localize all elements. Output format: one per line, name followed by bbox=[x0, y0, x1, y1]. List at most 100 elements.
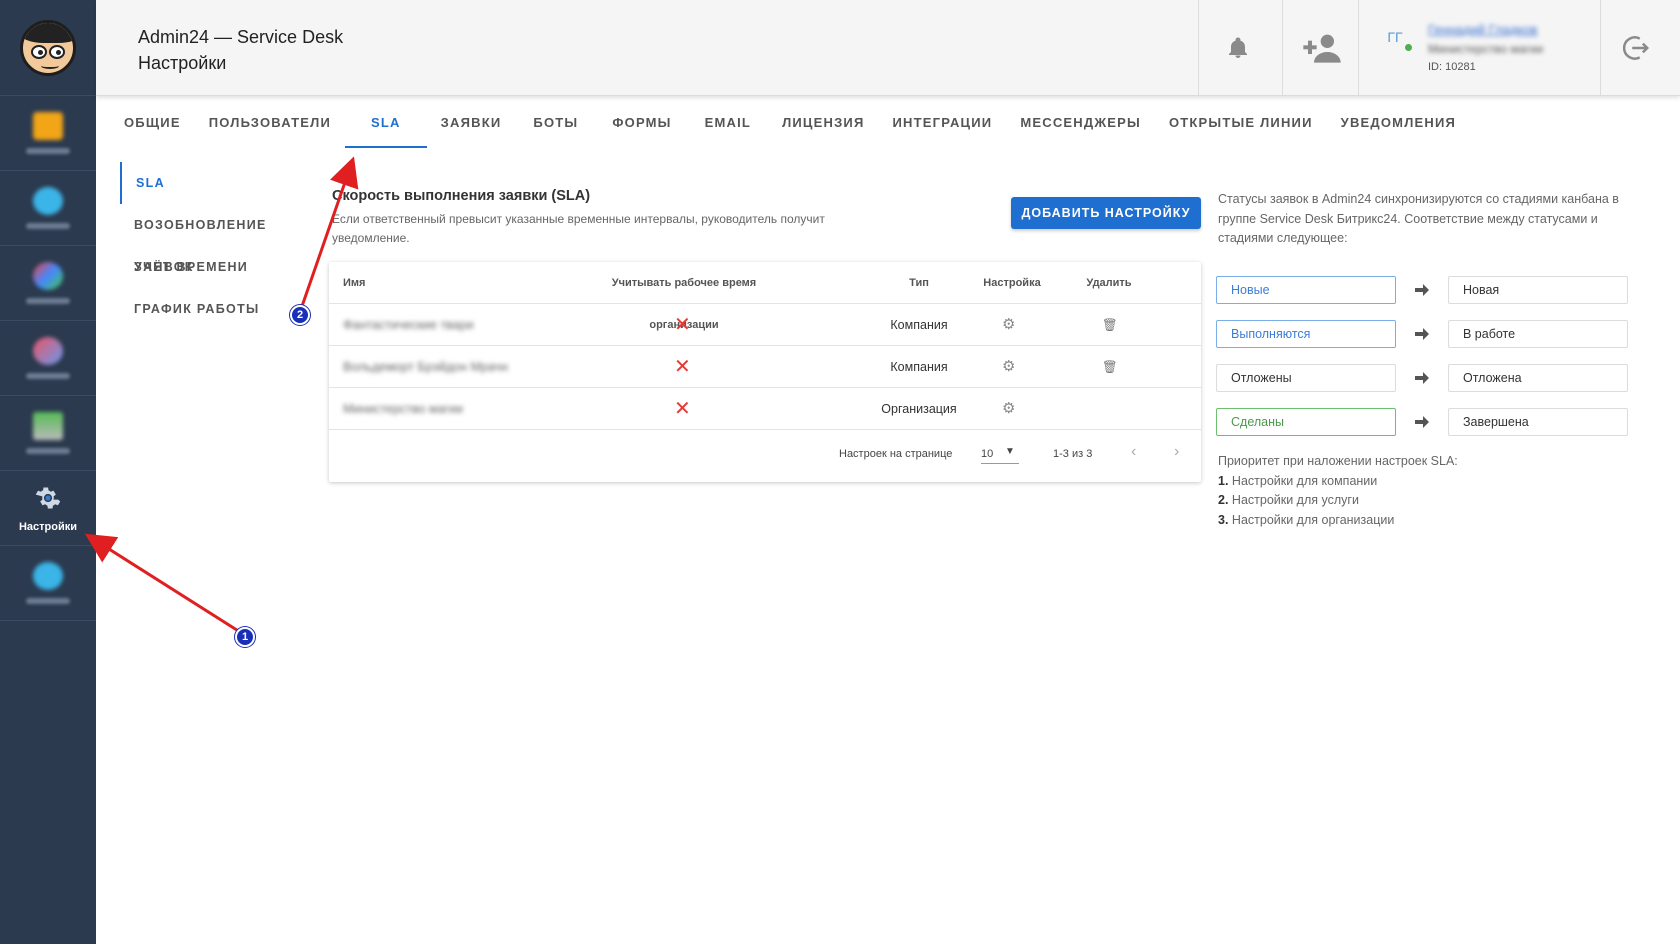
stage-field[interactable]: Завершена bbox=[1448, 408, 1628, 436]
heart-icon bbox=[33, 337, 63, 365]
tab-forms[interactable]: ФОРМЫ bbox=[596, 108, 687, 148]
priority-item: 3. Настройки для организации bbox=[1218, 512, 1395, 527]
notifications-bell-icon[interactable] bbox=[1218, 28, 1258, 68]
per-page-select[interactable]: 10 ▼ bbox=[981, 446, 1019, 464]
col-settings: Настройка bbox=[983, 277, 1041, 289]
sla-subnav: SLA ВОЗОБНОВЛЕНИЕ ЗАЯВОК УЧЁТ ВРЕМЕНИ ГР… bbox=[120, 162, 310, 330]
top-header: Admin24 — Service Desk Настройки ГГ Генн… bbox=[96, 0, 1680, 96]
add-user-icon[interactable] bbox=[1298, 28, 1346, 68]
app-title: Admin24 — Service Desk bbox=[138, 27, 344, 47]
user-name-link[interactable]: Геннадий Гладков bbox=[1428, 22, 1537, 37]
left-rail: Настройки bbox=[0, 0, 96, 944]
rail-item-products[interactable] bbox=[0, 321, 96, 396]
row-type: Организация bbox=[881, 402, 957, 416]
avatar-logo-icon bbox=[20, 19, 76, 76]
rail-item-tickets[interactable] bbox=[0, 96, 96, 171]
subnav-time-tracking[interactable]: УЧЁТ ВРЕМЕНИ bbox=[120, 246, 310, 288]
annotation-badge-2: 2 bbox=[290, 305, 310, 325]
sla-table: Имя Учитывать рабочее время организации … bbox=[329, 262, 1201, 482]
app-logo[interactable] bbox=[0, 0, 96, 96]
trash-icon[interactable]: 🗑 bbox=[1102, 304, 1118, 346]
sla-section-description: Если ответственный превысит указанные вр… bbox=[332, 212, 825, 245]
row-name[interactable]: Фантастические твари bbox=[343, 304, 474, 346]
rail-item-settings[interactable]: Настройки bbox=[0, 471, 96, 546]
subnav-sla[interactable]: SLA bbox=[120, 162, 310, 204]
col-type[interactable]: Тип bbox=[869, 262, 969, 304]
next-page-icon[interactable]: › bbox=[1174, 443, 1179, 461]
user-id: ID: 10281 bbox=[1428, 61, 1476, 73]
sla-priority-list: Приоритет при наложении настроек SLA: 1.… bbox=[1218, 452, 1458, 530]
no-icon: ✕ bbox=[674, 356, 691, 378]
gear-icon[interactable]: ⚙ bbox=[1002, 388, 1015, 430]
tab-license[interactable]: ЛИЦЕНЗИЯ bbox=[768, 108, 878, 148]
users-icon bbox=[33, 262, 63, 290]
page-title: Настройки bbox=[138, 53, 227, 73]
status-field[interactable]: Сделаны bbox=[1216, 408, 1396, 436]
rail-item-reports[interactable] bbox=[0, 396, 96, 471]
priority-item: 1. Настройки для компании bbox=[1218, 473, 1378, 488]
trash-icon[interactable]: 🗑 bbox=[1102, 346, 1118, 388]
document-icon bbox=[33, 412, 63, 440]
status-field[interactable]: Отложены bbox=[1216, 364, 1396, 392]
rail-item-users[interactable] bbox=[0, 246, 96, 321]
settings-tabs: ОБЩИЕ ПОЛЬЗОВАТЕЛИ SLA ЗАЯВКИ БОТЫ ФОРМЫ… bbox=[110, 108, 1470, 148]
rail-item-support[interactable] bbox=[0, 546, 96, 621]
stage-field[interactable]: Новая bbox=[1448, 276, 1628, 304]
logout-icon[interactable] bbox=[1616, 28, 1656, 68]
rail-settings-label: Настройки bbox=[18, 520, 78, 533]
per-page-label: Настроек на странице bbox=[839, 448, 953, 460]
subnav-work-schedule[interactable]: ГРАФИК РАБОТЫ bbox=[120, 288, 310, 330]
add-setting-button[interactable]: ДОБАВИТЬ НАСТРОЙКУ bbox=[1011, 197, 1201, 229]
tab-users[interactable]: ПОЛЬЗОВАТЕЛИ bbox=[195, 108, 345, 148]
annotation-arrow-1 bbox=[84, 533, 241, 634]
chevron-down-icon: ▼ bbox=[1005, 446, 1015, 457]
support-icon bbox=[33, 562, 63, 590]
user-org: Министерство магии bbox=[1428, 42, 1544, 56]
online-status-dot bbox=[1405, 44, 1412, 51]
priority-title: Приоритет при наложении настроек SLA: bbox=[1218, 454, 1458, 468]
tab-tickets[interactable]: ЗАЯВКИ bbox=[427, 108, 516, 148]
tab-messengers[interactable]: МЕССЕНДЖЕРЫ bbox=[1006, 108, 1155, 148]
tab-sla[interactable]: SLA bbox=[345, 108, 427, 148]
col-work-time: Учитывать рабочее время организации bbox=[611, 277, 757, 331]
priority-item: 2. Настройки для услуги bbox=[1218, 493, 1359, 507]
arrow-right-icon bbox=[1415, 328, 1429, 340]
gear-icon bbox=[34, 484, 62, 517]
stage-field[interactable]: Отложена bbox=[1448, 364, 1628, 392]
tab-general[interactable]: ОБЩИЕ bbox=[110, 108, 195, 148]
status-field[interactable]: Выполняются bbox=[1216, 320, 1396, 348]
tab-bots[interactable]: БОТЫ bbox=[515, 108, 596, 148]
prev-page-icon[interactable]: ‹ bbox=[1131, 443, 1136, 461]
arrow-right-icon bbox=[1415, 372, 1429, 384]
rail-item-contacts[interactable] bbox=[0, 171, 96, 246]
globe-icon bbox=[33, 187, 63, 215]
tab-open-lines[interactable]: ОТКРЫТЫЕ ЛИНИИ bbox=[1155, 108, 1327, 148]
arrow-right-icon bbox=[1415, 416, 1429, 428]
tab-notifications[interactable]: УВЕДОМЛЕНИЯ bbox=[1327, 108, 1470, 148]
status-field[interactable]: Новые bbox=[1216, 276, 1396, 304]
folder-icon bbox=[33, 112, 63, 140]
gear-icon[interactable]: ⚙ bbox=[1002, 304, 1015, 346]
sla-section-title: Скорость выполнения заявки (SLA) bbox=[332, 188, 591, 204]
no-icon: ✕ bbox=[674, 398, 691, 420]
row-name[interactable]: Министерство магии bbox=[343, 388, 463, 430]
no-icon: ✕ bbox=[674, 314, 691, 336]
row-name[interactable]: Вольдеморт Брэйдон Мрачн bbox=[343, 346, 508, 388]
table-row[interactable]: Министерство магии ✕ Организация ⚙ bbox=[329, 388, 1201, 430]
col-name[interactable]: Имя bbox=[343, 262, 365, 304]
table-row[interactable]: Фантастические твари ✕ Компания ⚙ 🗑 bbox=[329, 304, 1201, 346]
tab-email[interactable]: EMAIL bbox=[688, 108, 768, 148]
col-delete: Удалить bbox=[1086, 277, 1132, 289]
status-sync-info: Статусы заявок в Admin24 синхронизируютс… bbox=[1218, 192, 1619, 245]
table-header-row: Имя Учитывать рабочее время организации … bbox=[329, 262, 1201, 331]
row-type: Компания bbox=[890, 318, 948, 332]
tab-integrations[interactable]: ИНТЕГРАЦИИ bbox=[879, 108, 1007, 148]
stage-field[interactable]: В работе bbox=[1448, 320, 1628, 348]
arrow-right-icon bbox=[1415, 284, 1429, 296]
table-pagination: Настроек на странице 10 ▼ 1-3 из 3 ‹ › bbox=[329, 430, 1201, 482]
subnav-ticket-reopen[interactable]: ВОЗОБНОВЛЕНИЕ ЗАЯВОК bbox=[120, 204, 310, 274]
row-type: Компания bbox=[890, 360, 948, 374]
gear-icon[interactable]: ⚙ bbox=[1002, 346, 1015, 388]
annotation-badge-1: 1 bbox=[235, 627, 255, 647]
table-row[interactable]: Вольдеморт Брэйдон Мрачн ✕ Компания ⚙ 🗑 bbox=[329, 346, 1201, 388]
